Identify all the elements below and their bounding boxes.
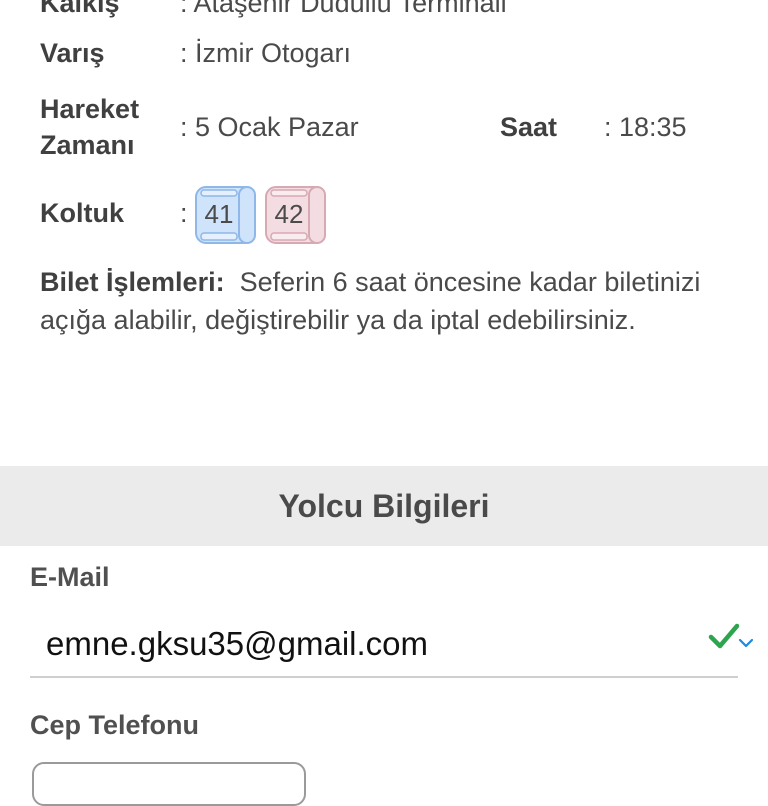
chevron-down-icon[interactable] [738,637,754,649]
departure-time-label-line1: Hareket [40,94,140,124]
passenger-info-header: Yolcu Bilgileri [0,466,768,546]
email-input[interactable] [30,612,738,678]
hour-value: : 18:35 [604,112,687,142]
seat-41: 41 [195,186,256,244]
section-title: Yolcu Bilgileri [278,487,490,524]
check-icon [708,623,740,649]
phone-label: Cep Telefonu [30,710,200,740]
departure-time-value: : 5 Ocak Pazar [180,112,359,142]
seat-label: Koltuk [40,198,124,228]
ticket-operations-note: Bilet İşlemleri: Seferin 6 saat öncesine… [40,263,730,339]
email-label: E-Mail [30,562,110,592]
ticket-operations-label: Bilet İşlemleri: [40,267,225,297]
seat-colon: : [180,198,188,228]
departure-value: : Ataşehir Dudullu Terminali [180,0,507,18]
arrival-label: Varış [40,38,105,68]
seat-number: 42 [274,198,304,229]
seat-42: 42 [265,186,326,244]
departure-time-label-line2: Zamanı [40,130,135,160]
hour-label: Saat [500,112,558,142]
departure-label: Kalkış [40,0,120,18]
seat-number: 41 [204,198,234,229]
arrival-value: : İzmir Otogarı [180,38,352,68]
phone-country-select[interactable] [32,762,306,806]
